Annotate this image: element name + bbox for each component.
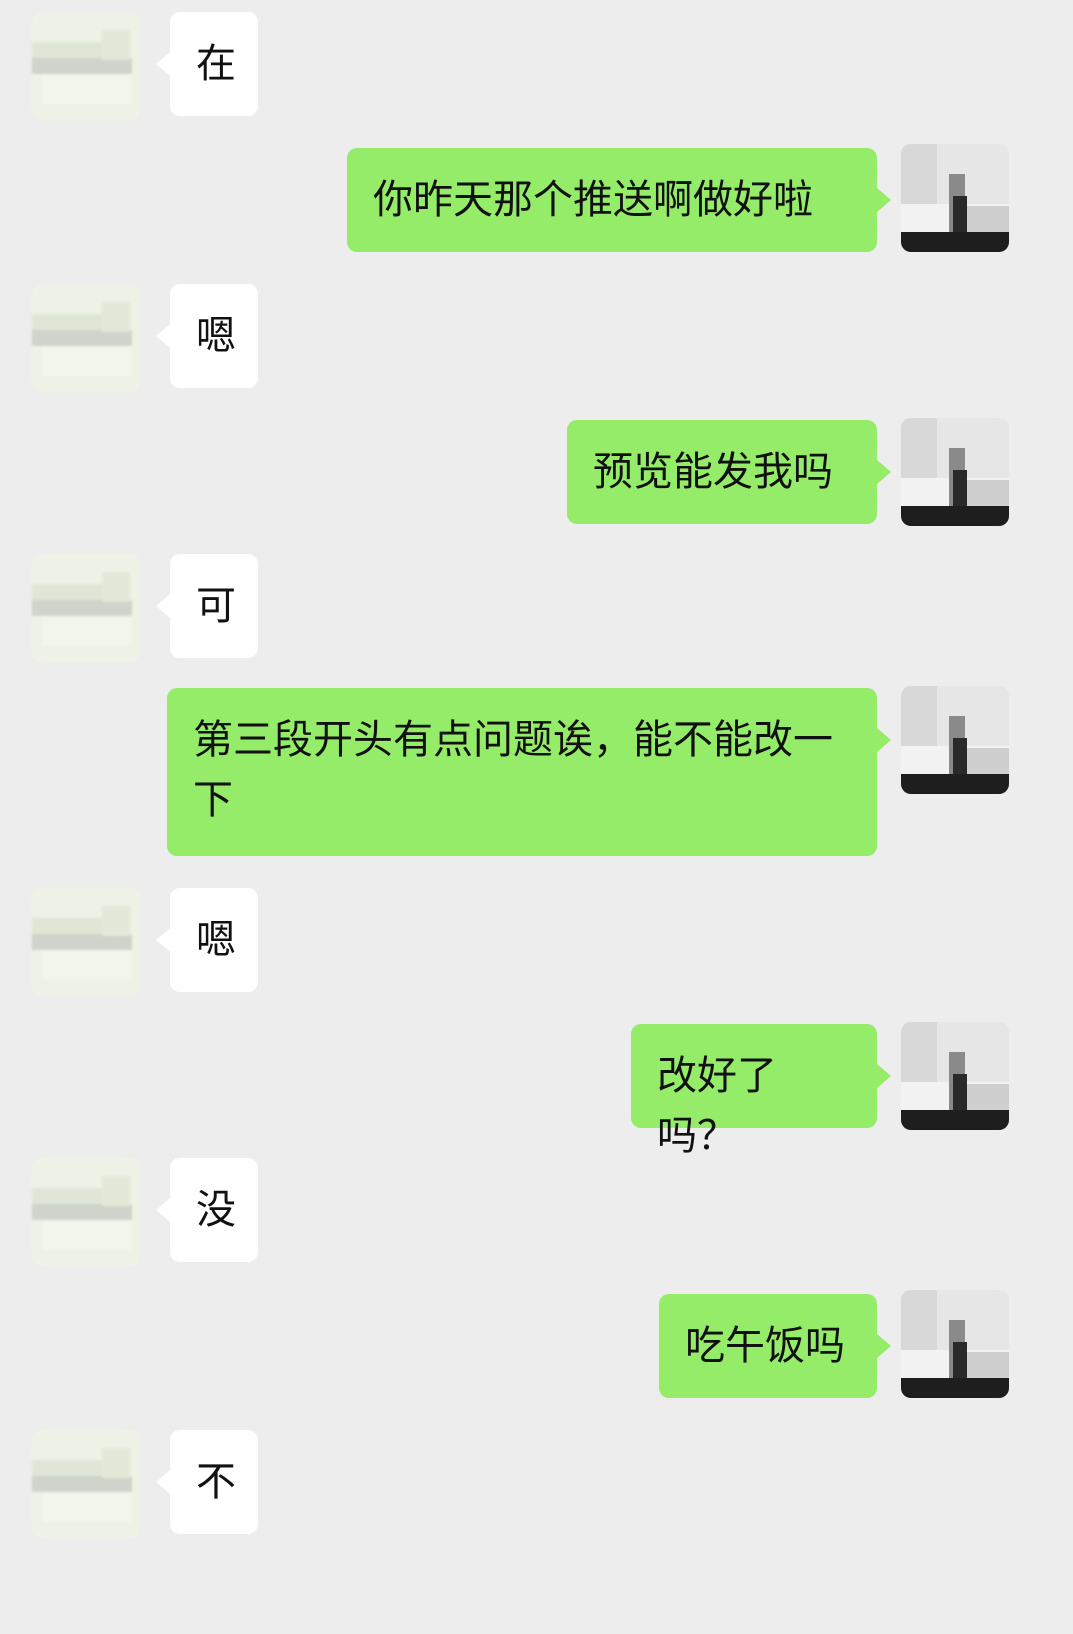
outgoing-message-bubble[interactable]: 第三段开头有点问题诶，能不能改一下 — [167, 688, 891, 856]
contact-avatar[interactable] — [32, 12, 140, 120]
incoming-message-bubble[interactable]: 在 — [156, 12, 258, 116]
incoming-message-bubble[interactable]: 不 — [156, 1430, 258, 1534]
user-avatar[interactable] — [901, 686, 1009, 794]
incoming-message-bubble[interactable]: 可 — [156, 554, 258, 658]
contact-avatar[interactable] — [32, 1430, 140, 1538]
incoming-message-bubble[interactable]: 没 — [156, 1158, 258, 1262]
user-avatar[interactable] — [901, 1290, 1009, 1398]
contact-avatar[interactable] — [32, 1158, 140, 1266]
contact-avatar[interactable] — [32, 554, 140, 662]
contact-avatar[interactable] — [32, 888, 140, 996]
user-avatar[interactable] — [901, 144, 1009, 252]
contact-avatar[interactable] — [32, 284, 140, 392]
chat-area: 在 你昨天那个推送啊做好啦 嗯 预览能发我吗 可 第三段开头有点问题诶，能不能改… — [0, 0, 1073, 1634]
outgoing-message-bubble[interactable]: 你昨天那个推送啊做好啦 — [347, 148, 891, 252]
outgoing-message-bubble[interactable]: 改好了吗？ — [631, 1024, 891, 1159]
user-avatar[interactable] — [901, 418, 1009, 526]
outgoing-message-bubble[interactable]: 预览能发我吗 — [567, 420, 891, 524]
incoming-message-bubble[interactable]: 嗯 — [156, 888, 258, 992]
incoming-message-bubble[interactable]: 嗯 — [156, 284, 258, 388]
user-avatar[interactable] — [901, 1022, 1009, 1130]
outgoing-message-bubble[interactable]: 吃午饭吗 — [659, 1294, 891, 1398]
